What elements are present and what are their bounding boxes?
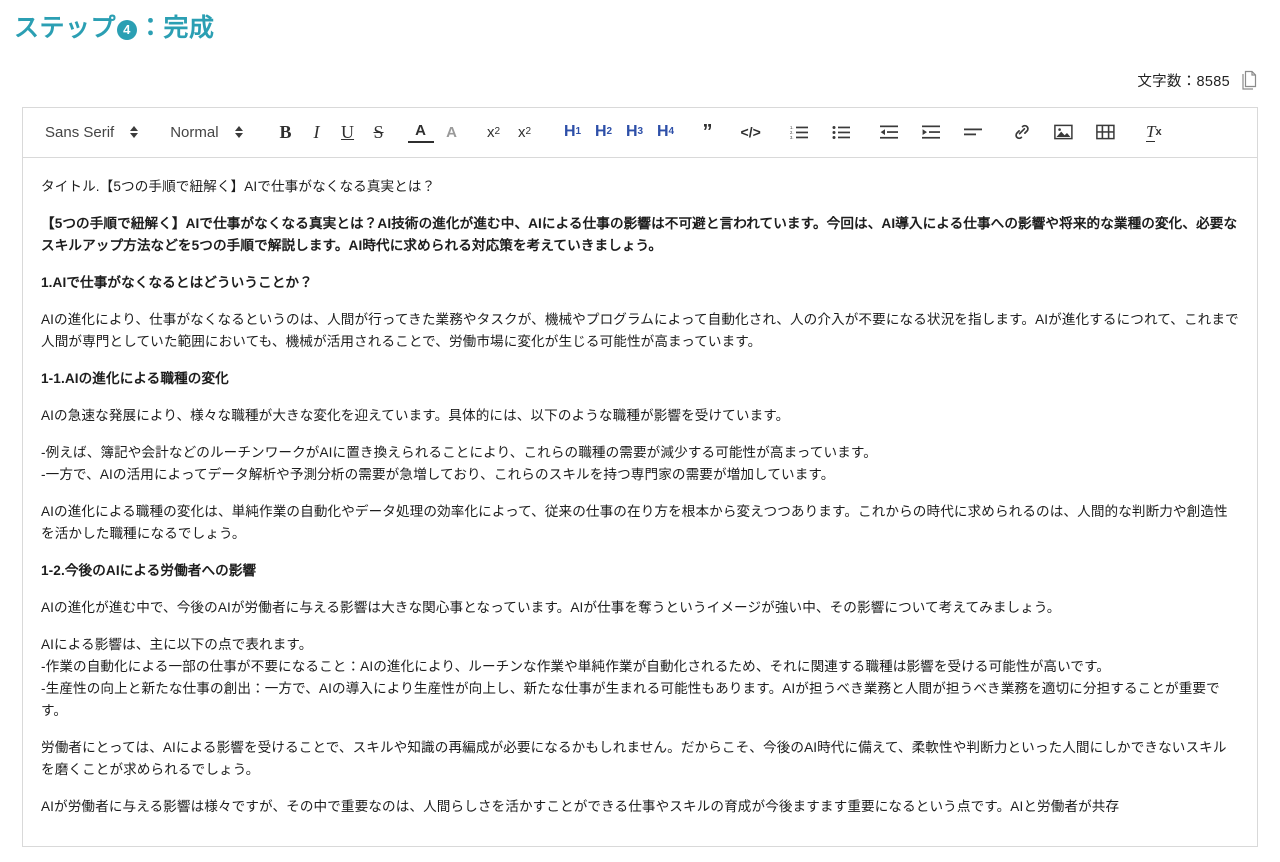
font-family-select[interactable]: Sans Serif: [37, 124, 146, 141]
subscript-index: 2: [526, 127, 532, 137]
document-bullet-1: -例えば、簿記や会計などのルーチンワークがAIに置き換えられることにより、これら…: [41, 442, 1239, 464]
text-color-button[interactable]: A: [408, 121, 434, 143]
clear-formatting-button[interactable]: Tx: [1141, 117, 1167, 147]
page-title: ステップ4：完成: [0, 0, 1280, 46]
document-heading-1-2: 1-2.今後のAIによる労働者への影響: [41, 560, 1239, 582]
heading-1-button[interactable]: H1: [560, 117, 586, 147]
clear-formatting-letter: T: [1146, 123, 1155, 142]
font-family-value: Sans Serif: [45, 124, 114, 141]
document-paragraph-7: AIが労働者に与える影響は様々ですが、その中で重要なのは、人間らしさを活かすこと…: [41, 796, 1239, 818]
document-bullet-3: -作業の自動化による一部の仕事が不要になること：AIの進化により、ルーチンな作業…: [41, 656, 1239, 678]
blockquote-button[interactable]: ”: [695, 117, 721, 147]
strikethrough-button[interactable]: S: [366, 117, 392, 147]
align-icon[interactable]: [961, 117, 987, 147]
copy-document-icon[interactable]: [1241, 70, 1258, 91]
heading-4-button[interactable]: H4: [653, 117, 679, 147]
chevron-updown-icon: [235, 126, 243, 138]
document-paragraph-3: AIの進化による職種の変化は、単純作業の自動化やデータ処理の効率化によって、従来…: [41, 501, 1239, 545]
bullet-list-icon[interactable]: [829, 117, 855, 147]
document-paragraph-6: 労働者にとっては、AIによる影響を受けることで、スキルや知識の再編成が必要になる…: [41, 737, 1239, 781]
font-size-select[interactable]: Normal: [162, 124, 250, 141]
document-lead-paragraph: 【5つの手順で紐解く】AIで仕事がなくなる真実とは？AI技術の進化が進む中、AI…: [41, 213, 1239, 257]
document-paragraph-1: AIの進化により、仕事がなくなるというのは、人間が行ってきた業務やタスクが、機械…: [41, 309, 1239, 353]
svg-text:3.: 3.: [790, 135, 794, 140]
ordered-list-icon[interactable]: 1. 2. 3.: [787, 117, 813, 147]
subscript-base: x: [518, 125, 526, 140]
clear-formatting-x: x: [1155, 127, 1161, 138]
superscript-exponent: 2: [495, 127, 501, 137]
editor-content-area[interactable]: タイトル.【5つの手順で紐解く】AIで仕事がなくなる真実とは？ 【5つの手順で紐…: [23, 158, 1257, 846]
superscript-base: x: [487, 125, 495, 140]
outdent-icon[interactable]: [877, 117, 903, 147]
page-title-suffix: ：完成: [138, 12, 215, 46]
step-number-badge: 4: [117, 20, 137, 40]
document-paragraph-4: AIの進化が進む中で、今後のAIが労働者に与える影響は大きな関心事となっています…: [41, 597, 1239, 619]
character-count-row: 文字数：8585: [0, 46, 1280, 91]
character-count-text: 文字数：: [1137, 74, 1196, 90]
image-icon[interactable]: [1051, 117, 1077, 147]
underline-button[interactable]: U: [335, 117, 361, 147]
bold-button[interactable]: B: [273, 117, 299, 147]
document-paragraph-5-intro: AIによる影響は、主に以下の点で表れます。: [41, 634, 1239, 656]
page-title-prefix: ステップ: [14, 12, 116, 46]
link-icon[interactable]: [1009, 117, 1035, 147]
superscript-button[interactable]: x2: [481, 117, 507, 147]
document-heading-1: 1.AIで仕事がなくなるとはどういうことか？: [41, 272, 1239, 294]
document-bullet-4: -生産性の向上と新たな仕事の創出：一方で、AIの導入により生産性が向上し、新たな…: [41, 678, 1239, 722]
document-paragraph-2: AIの急速な発展により、様々な職種が大きな変化を迎えています。具体的には、以下の…: [41, 405, 1239, 427]
chevron-updown-icon: [130, 126, 138, 138]
heading-1-level: 1: [576, 127, 582, 137]
heading-2-level: 2: [607, 127, 613, 137]
character-count-value: 8585: [1197, 74, 1230, 90]
heading-2-letter: H: [595, 124, 607, 140]
subscript-button[interactable]: x2: [512, 117, 538, 147]
heading-4-level: 4: [669, 127, 675, 137]
heading-4-letter: H: [657, 124, 669, 140]
indent-icon[interactable]: [919, 117, 945, 147]
font-size-value: Normal: [170, 124, 218, 141]
code-block-button[interactable]: </>: [737, 117, 765, 147]
heading-3-button[interactable]: H3: [622, 117, 648, 147]
document-title-line: タイトル.【5つの手順で紐解く】AIで仕事がなくなる真実とは？: [41, 176, 1239, 198]
character-count-label: 文字数：8585: [1137, 70, 1230, 91]
document-bullet-2: -一方で、AIの活用によってデータ解析や予測分析の需要が急増しており、これらのス…: [41, 464, 1239, 486]
background-color-button[interactable]: A: [439, 117, 465, 147]
heading-1-letter: H: [564, 124, 576, 140]
heading-2-button[interactable]: H2: [591, 117, 617, 147]
heading-3-level: 3: [638, 127, 644, 137]
heading-3-letter: H: [626, 124, 638, 140]
editor-toolbar: Sans Serif Normal B I U S A A x2 x2 H1 H…: [23, 108, 1257, 158]
video-icon[interactable]: [1093, 117, 1119, 147]
italic-button[interactable]: I: [304, 117, 330, 147]
rich-text-editor: Sans Serif Normal B I U S A A x2 x2 H1 H…: [22, 107, 1258, 847]
document-heading-1-1: 1-1.AIの進化による職種の変化: [41, 368, 1239, 390]
